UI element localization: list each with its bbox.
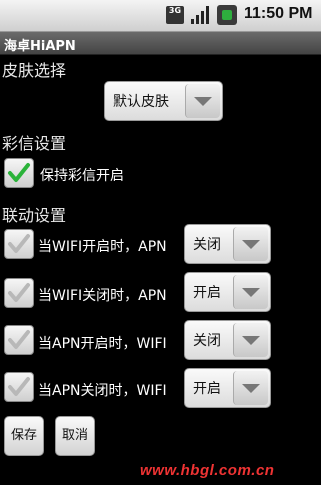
app-title: 海卓HiAPN xyxy=(4,39,76,54)
battery-charging-icon xyxy=(217,5,237,25)
chevron-down-icon xyxy=(233,227,268,261)
chevron-down-icon xyxy=(233,275,268,309)
mms-keep-on-label: 保持彩信开启 xyxy=(40,168,124,184)
status-bar: 3G 11:50 PM xyxy=(0,0,321,32)
checkmark-icon xyxy=(8,377,30,396)
chevron-down-icon xyxy=(233,323,268,357)
rule-spinner-value: 开启 xyxy=(193,285,221,301)
rule-checkbox-wifi-off[interactable] xyxy=(4,278,34,308)
skin-section-label: 皮肤选择 xyxy=(2,61,67,80)
signal-strength-icon xyxy=(191,6,211,24)
checkmark-icon xyxy=(8,234,30,253)
mms-keep-on-checkbox[interactable] xyxy=(4,158,34,188)
rule-spinner-value: 关闭 xyxy=(193,237,221,253)
skin-spinner[interactable]: 默认皮肤 xyxy=(104,81,223,121)
chevron-down-icon xyxy=(233,371,268,405)
mms-section-label: 彩信设置 xyxy=(2,134,67,153)
cancel-button[interactable]: 取消 xyxy=(55,416,95,456)
3g-network-icon: 3G xyxy=(166,6,184,24)
rule-spinner-value: 开启 xyxy=(193,381,221,397)
rule-checkbox-apn-off[interactable] xyxy=(4,372,34,402)
linkage-section-label: 联动设置 xyxy=(2,206,67,225)
checkmark-icon xyxy=(8,163,30,182)
rule-label: 当APN开启时，WIFI xyxy=(38,336,167,352)
rule-spinner-apn-off[interactable]: 开启 xyxy=(184,368,271,408)
save-button[interactable]: 保存 xyxy=(4,416,44,456)
watermark: www.hbgl.com.cn xyxy=(140,462,275,479)
rule-label: 当APN关闭时，WIFI xyxy=(38,383,167,399)
skin-spinner-value: 默认皮肤 xyxy=(113,94,169,110)
rule-spinner-wifi-off[interactable]: 开启 xyxy=(184,272,271,312)
rule-checkbox-apn-on[interactable] xyxy=(4,325,34,355)
checkmark-icon xyxy=(8,330,30,349)
rule-spinner-value: 关闭 xyxy=(193,333,221,349)
rule-spinner-wifi-on[interactable]: 关闭 xyxy=(184,224,271,264)
checkmark-icon xyxy=(8,283,30,302)
app-title-bar: 海卓HiAPN xyxy=(0,32,321,55)
status-time: 11:50 PM xyxy=(244,5,313,22)
rule-spinner-apn-on[interactable]: 关闭 xyxy=(184,320,271,360)
rule-label: 当WIFI关闭时，APN xyxy=(38,288,167,304)
chevron-down-icon xyxy=(185,84,220,118)
rule-label: 当WIFI开启时，APN xyxy=(38,239,167,255)
rule-checkbox-wifi-on[interactable] xyxy=(4,229,34,259)
